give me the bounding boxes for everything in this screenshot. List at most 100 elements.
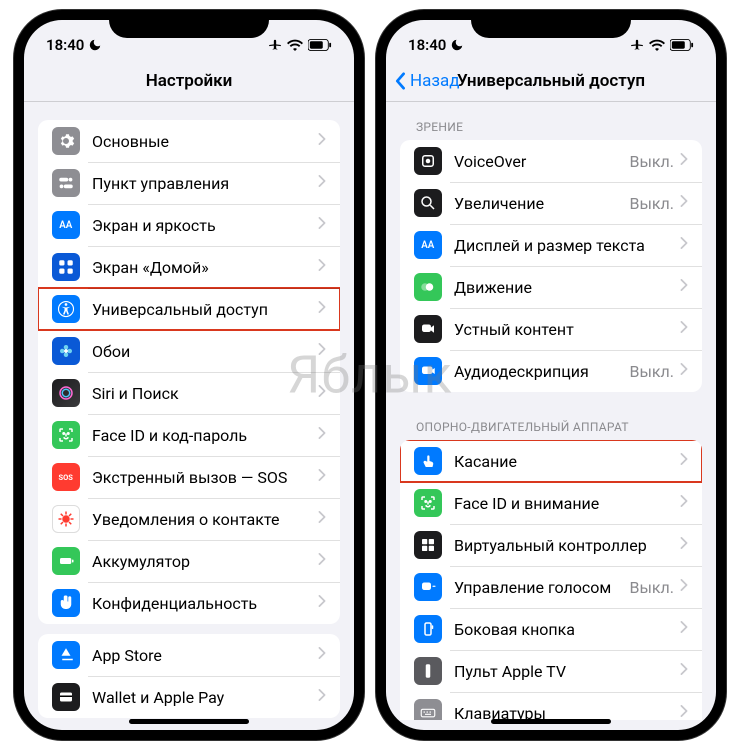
section-header: ЗРЕНИЕ <box>386 102 716 140</box>
chevron-right-icon <box>318 689 326 705</box>
appstore-icon <box>52 641 80 669</box>
settings-row[interactable]: Аудиодескрипция Выкл. <box>400 350 702 392</box>
row-label: Конфиденциальность <box>92 594 318 613</box>
row-label: Боковая кнопка <box>454 620 680 639</box>
switch-icon <box>414 531 442 559</box>
settings-row[interactable]: Касание <box>400 440 702 482</box>
row-label: Виртуальный контроллер <box>454 536 680 555</box>
settings-row[interactable]: Виртуальный контроллер <box>400 524 702 566</box>
row-detail: Выкл. <box>629 362 674 381</box>
speech-icon <box>414 315 442 343</box>
row-label: Управление голосом <box>454 578 629 597</box>
settings-row[interactable]: AA Экран и яркость <box>38 204 340 246</box>
chevron-right-icon <box>680 537 688 553</box>
settings-row[interactable]: SOS Экстренный вызов — SOS <box>38 456 340 498</box>
settings-group: App Store Wallet и Apple Pay <box>38 634 340 718</box>
home-indicator[interactable] <box>129 719 249 724</box>
settings-row[interactable]: Уведомления о контакте <box>38 498 340 540</box>
svg-text:SOS: SOS <box>59 473 74 482</box>
faceid-icon <box>52 421 80 449</box>
settings-row[interactable]: Устный контент <box>400 308 702 350</box>
settings-group: Основные Пункт управления AA Экран и ярк… <box>38 120 340 624</box>
chevron-right-icon <box>680 495 688 511</box>
keyboard-icon <box>414 699 442 720</box>
settings-row[interactable]: Основные <box>38 120 340 162</box>
settings-row[interactable]: Клавиатуры <box>400 692 702 720</box>
row-label: Движение <box>454 278 680 297</box>
settings-row[interactable]: App Store <box>38 634 340 676</box>
chevron-right-icon <box>680 453 688 469</box>
settings-row[interactable]: Боковая кнопка <box>400 608 702 650</box>
content-right[interactable]: ЗРЕНИЕ VoiceOver Выкл. Увеличение Выкл. … <box>386 102 716 720</box>
row-label: Уведомления о контакте <box>92 510 318 529</box>
settings-row[interactable]: Управление голосом Выкл. <box>400 566 702 608</box>
chevron-right-icon <box>680 195 688 211</box>
grid-icon <box>52 253 80 281</box>
aa-icon: AA <box>52 211 80 239</box>
row-label: Экран и яркость <box>92 216 318 235</box>
settings-row[interactable]: Увеличение Выкл. <box>400 182 702 224</box>
moon-icon <box>88 38 102 52</box>
screen-left: 18:40 Настройки Основные Пункт управлени… <box>24 20 354 730</box>
back-label: Назад <box>410 71 460 91</box>
row-label: App Store <box>92 646 318 665</box>
notch <box>109 10 269 38</box>
settings-row[interactable]: Экран «Домой» <box>38 246 340 288</box>
settings-row[interactable]: Пункт управления <box>38 162 340 204</box>
motion-icon <box>414 273 442 301</box>
airplane-icon <box>268 38 282 52</box>
moon-icon <box>450 38 464 52</box>
row-label: Экран «Домой» <box>92 258 318 277</box>
battery-icon <box>308 39 332 51</box>
chevron-right-icon <box>318 511 326 527</box>
settings-group: VoiceOver Выкл. Увеличение Выкл. AA Дисп… <box>400 140 702 392</box>
voiceover-icon <box>414 147 442 175</box>
settings-group: Касание Face ID и внимание Виртуальный к… <box>400 440 702 720</box>
row-label: Увеличение <box>454 194 629 213</box>
chevron-right-icon <box>680 321 688 337</box>
row-label: Пульт Apple TV <box>454 662 680 681</box>
virus-icon <box>52 505 80 533</box>
settings-row[interactable]: Движение <box>400 266 702 308</box>
content-left[interactable]: Основные Пункт управления AA Экран и ярк… <box>24 102 354 720</box>
settings-row[interactable]: Универсальный доступ <box>38 288 340 330</box>
settings-row[interactable]: Face ID и внимание <box>400 482 702 524</box>
settings-row[interactable]: Обои <box>38 330 340 372</box>
settings-row[interactable]: AA Дисплей и размер текста <box>400 224 702 266</box>
chevron-right-icon <box>680 621 688 637</box>
row-label: Аудиодескрипция <box>454 362 629 381</box>
home-indicator[interactable] <box>491 719 611 724</box>
chevron-right-icon <box>318 553 326 569</box>
row-label: Основные <box>92 132 318 151</box>
voice-icon <box>414 573 442 601</box>
flower-icon <box>52 337 80 365</box>
row-label: Face ID и внимание <box>454 494 680 513</box>
chevron-right-icon <box>318 175 326 191</box>
row-label: Siri и Поиск <box>92 384 318 403</box>
chevron-right-icon <box>318 343 326 359</box>
nav-bar: Назад Универсальный доступ <box>386 60 716 102</box>
back-button[interactable]: Назад <box>394 71 460 91</box>
settings-row[interactable]: Аккумулятор <box>38 540 340 582</box>
settings-row[interactable]: Face ID и код-пароль <box>38 414 340 456</box>
nav-bar: Настройки <box>24 60 354 102</box>
settings-row[interactable]: Конфиденциальность <box>38 582 340 624</box>
settings-row[interactable]: Wallet и Apple Pay <box>38 676 340 718</box>
chevron-right-icon <box>318 427 326 443</box>
chevron-right-icon <box>680 705 688 720</box>
accessibility-icon <box>52 295 80 323</box>
faceid-icon <box>414 489 442 517</box>
status-time: 18:40 <box>46 36 84 54</box>
chevron-right-icon <box>318 301 326 317</box>
sos-icon: SOS <box>52 463 80 491</box>
row-label: Касание <box>454 452 680 471</box>
settings-row[interactable]: Пульт Apple TV <box>400 650 702 692</box>
airplane-icon <box>630 38 644 52</box>
row-detail: Выкл. <box>629 578 674 597</box>
settings-row[interactable]: VoiceOver Выкл. <box>400 140 702 182</box>
chevron-right-icon <box>680 363 688 379</box>
svg-text:AA: AA <box>421 240 435 251</box>
row-detail: Выкл. <box>629 194 674 213</box>
row-label: Аккумулятор <box>92 552 318 571</box>
settings-row[interactable]: Siri и Поиск <box>38 372 340 414</box>
